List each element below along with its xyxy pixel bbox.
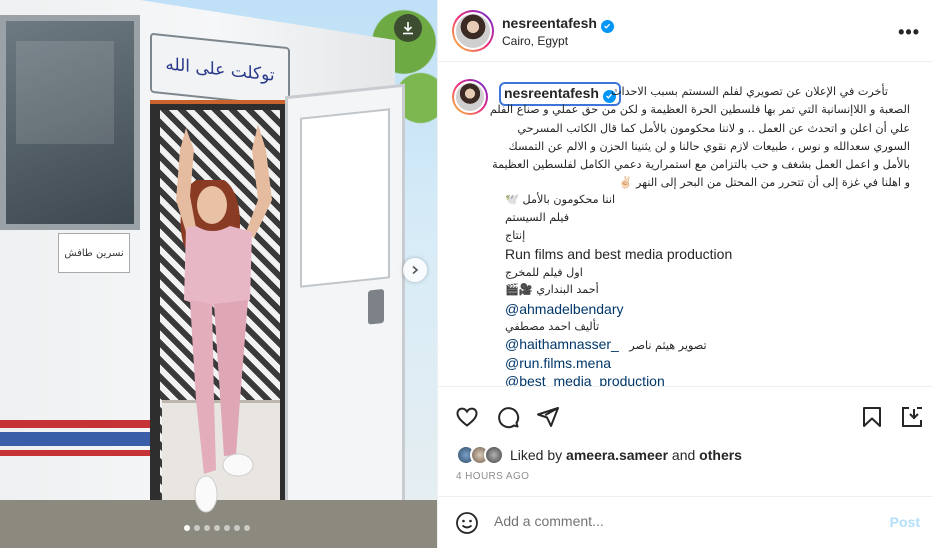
caption-line: إنتاج (505, 229, 526, 242)
caption-line: اننا محكومون بالأمل 🕊️ (505, 193, 616, 206)
post-header: nesreentafesh Cairo, Egypt ••• (438, 0, 933, 62)
bus-window (0, 15, 140, 230)
caption-line: اول فيلم للمخرج (505, 266, 583, 279)
caption-line: الصعبة و اللاإنسانية التي تمر بها فلسطين… (489, 103, 910, 116)
name-tag: نسرين طافش (58, 233, 130, 273)
carousel-next-button[interactable] (403, 258, 427, 282)
caption-line: بالأمل و اعمل العمل بشغف و حب بالتزامن م… (492, 158, 910, 171)
caption-line: و اهلنا في غزة إلى أن تتحرر من المحتل من… (618, 176, 911, 189)
bus-steps (162, 400, 280, 510)
share-icon[interactable] (536, 405, 560, 429)
mention-link[interactable]: @haithamnasser_ (505, 336, 619, 352)
caption-line: علي أن اعلن و اتحدث عن العمل .. و لاننا … (517, 122, 910, 135)
caption-line: فيلم السيستم (505, 211, 570, 224)
liker-username[interactable]: ameera.sameer (566, 447, 668, 463)
caption-production: Run films and best media production (505, 246, 733, 262)
carousel-dot (204, 525, 210, 531)
likes-others[interactable]: others (699, 447, 742, 463)
more-options-button[interactable]: ••• (898, 22, 920, 43)
comment-icon[interactable] (496, 405, 520, 429)
carousel-dot (234, 525, 240, 531)
action-bar (438, 386, 933, 438)
heart-icon[interactable] (455, 405, 479, 429)
likes-summary: Liked by ameera.sameer and others (456, 444, 742, 466)
carousel-dot (194, 525, 200, 531)
mention-link[interactable]: @run.films.mena (505, 355, 611, 371)
liker-avatar[interactable] (484, 445, 504, 465)
download-icon (403, 22, 413, 35)
header-location[interactable]: Cairo, Egypt (502, 34, 568, 48)
carousel-dot (184, 525, 190, 531)
ground (0, 500, 437, 548)
caption-line: السوري سعدالله و نوس ، طبيعات لازم نقوي … (508, 140, 910, 153)
post-details-panel: nesreentafesh Cairo, Egypt ••• nesreenta… (437, 0, 933, 548)
comment-box: Post (438, 496, 933, 548)
caption-director: أحمد البنداري 🎥🎬 (505, 283, 599, 296)
carousel-dot (214, 525, 220, 531)
more-icon: ••• (898, 22, 920, 42)
caption-area: nesreentafesh تأخرت في الإعلان عن تصويري… (438, 63, 933, 386)
bookmark-icon[interactable] (860, 405, 884, 429)
likes-text[interactable]: Liked by ameera.sameer and others (510, 447, 742, 463)
mention-link[interactable]: @ahmadelbendary (505, 301, 624, 317)
verified-icon (600, 19, 614, 33)
download-button[interactable] (394, 14, 422, 42)
avatar[interactable] (452, 10, 494, 52)
bus-stripe (0, 432, 150, 446)
caption-avatar[interactable] (452, 79, 488, 115)
bus-stripe (0, 450, 150, 456)
carousel-indicator (184, 525, 250, 531)
comment-input[interactable] (494, 513, 864, 529)
caption-username[interactable]: nesreentafesh (499, 82, 621, 106)
save-to-collection-icon[interactable] (900, 405, 924, 429)
header-username[interactable]: nesreentafesh (502, 15, 597, 31)
caption-photo-line: @haithamnasser_ تصوير هيثم ناصر (505, 336, 707, 354)
bus-stripe (0, 420, 150, 428)
caption-writer: تأليف احمد مصطفي (505, 320, 600, 333)
caption-line: تأخرت في الإعلان عن تصويري لفلم السستم ب… (610, 85, 888, 98)
post-button[interactable]: Post (890, 514, 920, 530)
mention-link[interactable]: @best_media_production (505, 373, 665, 386)
post-media[interactable]: توكلت على الله نسرين طافش (0, 0, 437, 548)
post-timestamp[interactable]: 4 HOURS AGO (456, 471, 529, 482)
bus-door (285, 83, 405, 537)
chevron-right-icon (412, 265, 419, 275)
caption-photo-credit: تصوير هيثم ناصر (629, 339, 707, 352)
carousel-dot (224, 525, 230, 531)
carousel-dot (244, 525, 250, 531)
emoji-icon[interactable] (455, 511, 479, 535)
